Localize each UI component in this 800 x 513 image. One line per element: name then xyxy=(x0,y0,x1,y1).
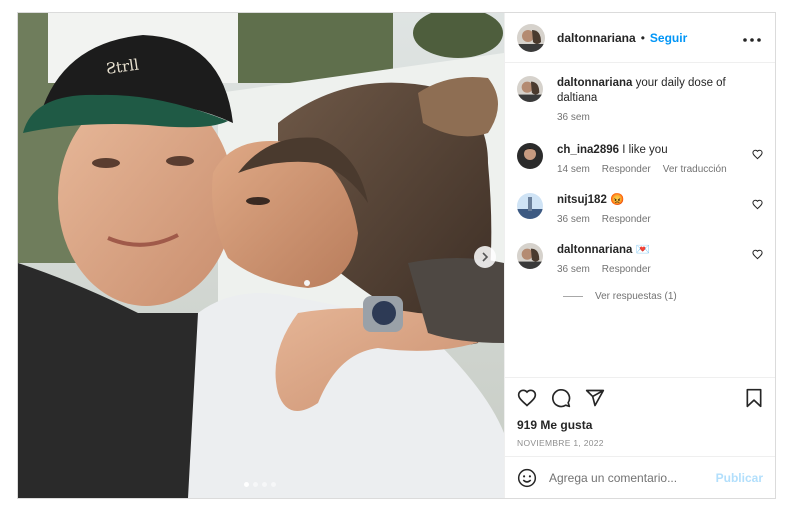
list-item: daltonnariana 💌 36 sem Responder xyxy=(517,243,763,275)
view-replies-button[interactable]: Ver respuestas (1) xyxy=(563,291,763,302)
heart-icon[interactable] xyxy=(752,199,763,210)
comment-text: 😡 xyxy=(610,194,625,206)
follow-button[interactable]: Seguir xyxy=(650,31,687,45)
more-horizontal-icon xyxy=(743,37,761,42)
heart-icon[interactable] xyxy=(752,249,763,260)
comment-username[interactable]: daltonnariana xyxy=(557,244,632,256)
separator-dot: • xyxy=(640,30,645,45)
avatar[interactable] xyxy=(517,143,543,169)
heart-icon[interactable] xyxy=(752,149,763,160)
carousel-dot xyxy=(244,482,249,487)
post-modal: Ƨtrll daltonnariana • Seguir daltonnaria… xyxy=(17,12,776,499)
carousel-dot xyxy=(271,482,276,487)
add-comment-bar: Publicar xyxy=(505,456,775,498)
caption-username[interactable]: daltonnariana xyxy=(557,77,632,89)
carousel-dot xyxy=(262,482,267,487)
caption-time[interactable]: 36 sem xyxy=(557,112,590,123)
comment-input[interactable] xyxy=(549,470,716,485)
reply-button[interactable]: Responder xyxy=(602,214,651,225)
likes-count[interactable]: 919 Me gusta xyxy=(517,418,763,432)
carousel-indicator xyxy=(244,482,276,487)
avatar[interactable] xyxy=(517,193,543,219)
post-actions: 919 Me gusta NOVIEMBRE 1, 2022 xyxy=(505,377,775,448)
avatar[interactable] xyxy=(517,23,545,52)
header-username[interactable]: daltonnariana xyxy=(557,31,636,45)
next-image-button[interactable] xyxy=(474,246,496,268)
avatar[interactable] xyxy=(517,76,543,102)
more-options-button[interactable] xyxy=(743,29,761,47)
heart-icon[interactable] xyxy=(517,388,537,408)
post-date: NOVIEMBRE 1, 2022 xyxy=(517,438,604,448)
emoji-icon[interactable] xyxy=(517,468,537,488)
couple-selfie-image: Ƨtrll xyxy=(18,13,504,498)
comment-text: 💌 xyxy=(635,244,650,256)
post-photo[interactable]: Ƨtrll xyxy=(18,13,504,498)
comment-icon[interactable] xyxy=(551,388,571,408)
view-replies-label: Ver respuestas (1) xyxy=(595,291,677,302)
share-icon[interactable] xyxy=(585,388,605,408)
comment-username[interactable]: nitsuj182 xyxy=(557,194,607,206)
divider xyxy=(563,296,583,297)
chevron-right-icon xyxy=(482,252,489,262)
caption: daltonnariana your daily dose of daltian… xyxy=(517,76,763,123)
publish-button[interactable]: Publicar xyxy=(716,471,763,485)
list-item: ch_ina2896 I like you 14 sem Responder V… xyxy=(517,143,763,175)
list-item: nitsuj182 😡 36 sem Responder xyxy=(517,193,763,225)
reply-button[interactable]: Responder xyxy=(602,164,651,175)
post-side-panel: daltonnariana • Seguir daltonnariana you… xyxy=(504,13,775,498)
comment-username[interactable]: ch_ina2896 xyxy=(557,144,619,156)
carousel-dot xyxy=(253,482,258,487)
comment-time[interactable]: 36 sem xyxy=(557,214,590,225)
comment-time[interactable]: 36 sem xyxy=(557,264,590,275)
comment-text: I like you xyxy=(622,144,668,156)
comments-list[interactable]: daltonnariana your daily dose of daltian… xyxy=(505,64,775,377)
reply-button[interactable]: Responder xyxy=(602,264,651,275)
bookmark-icon[interactable] xyxy=(745,388,763,408)
post-header: daltonnariana • Seguir xyxy=(505,13,775,63)
translate-button[interactable]: Ver traducción xyxy=(663,164,727,175)
avatar[interactable] xyxy=(517,243,543,269)
comment-time[interactable]: 14 sem xyxy=(557,164,590,175)
